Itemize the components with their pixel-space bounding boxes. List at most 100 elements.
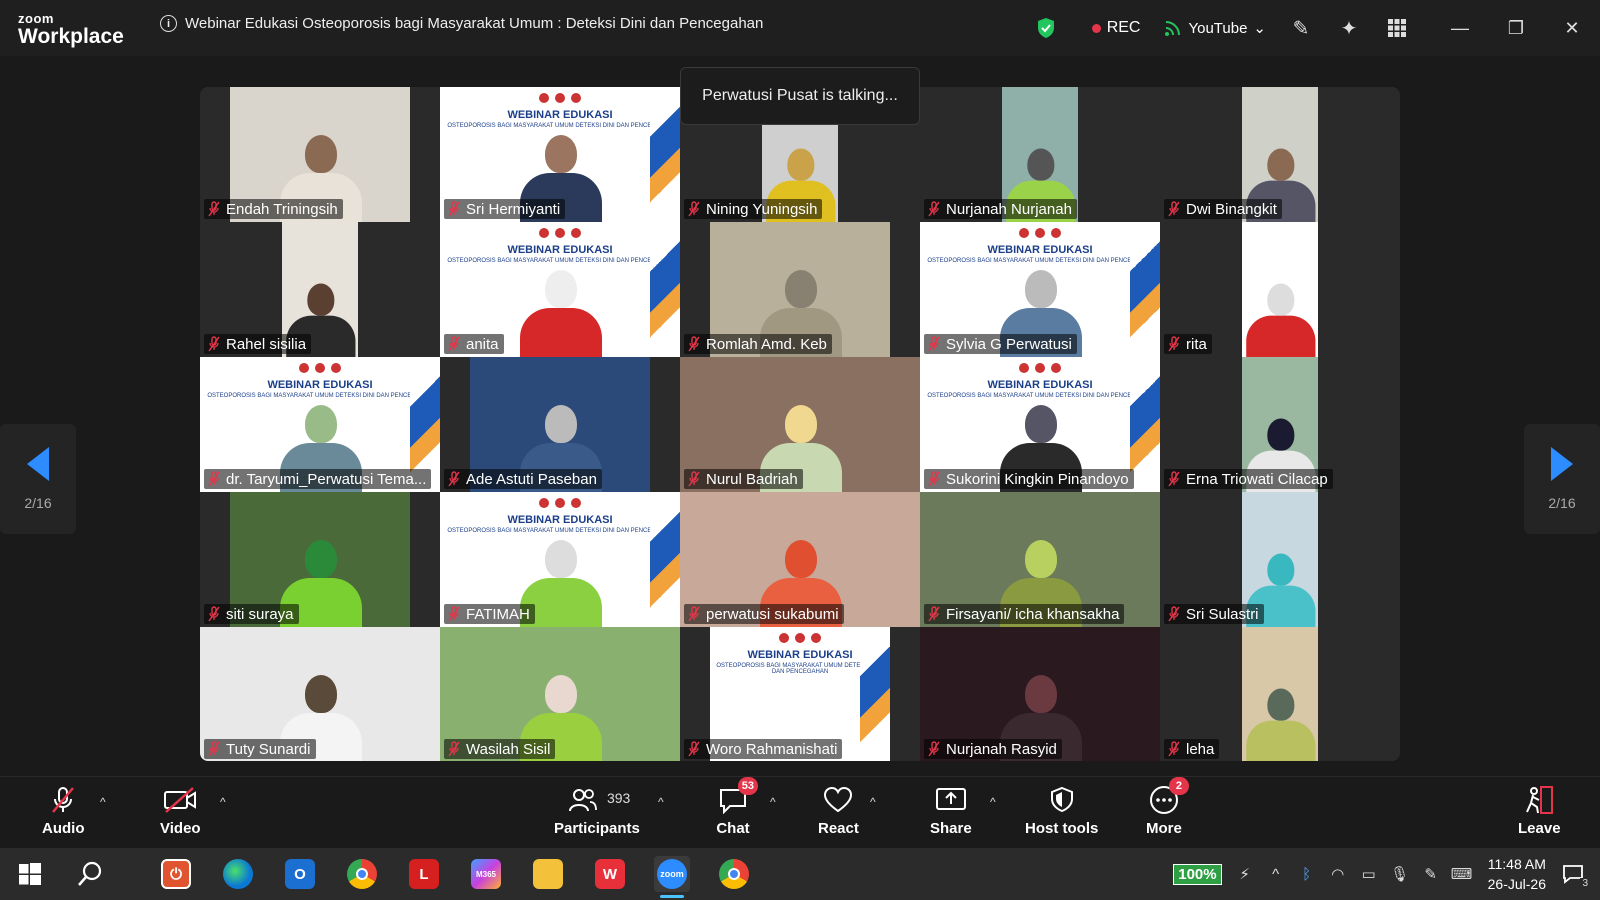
video-options-caret-icon[interactable]: ^ [220, 795, 226, 809]
share-options-caret-icon[interactable]: ^ [990, 795, 996, 809]
participant-tile[interactable]: WEBINAR EDUKASI OSTEOPOROSIS BAGI MASYARA… [440, 492, 680, 627]
video-button[interactable]: Video [160, 785, 201, 837]
restore-icon[interactable]: ❐ [1488, 0, 1544, 56]
participant-tile[interactable]: WEBINAR EDUKASI OSTEOPOROSIS BAGI MASYARA… [440, 87, 680, 222]
mic-muted-icon [928, 201, 940, 217]
audio-button[interactable]: Audio [42, 785, 85, 837]
chrome-profile-icon[interactable] [716, 856, 752, 892]
participant-tile[interactable]: WEBINAR EDUKASI OSTEOPOROSIS BAGI MASYARA… [680, 627, 920, 761]
participant-tile[interactable]: Nurjanah Nurjanah [920, 87, 1160, 222]
participant-namebar: Nurul Badriah [684, 469, 803, 489]
banner-logos [200, 363, 440, 373]
annotate-icon[interactable]: ✎ [1288, 15, 1314, 41]
participant-tile[interactable]: Sri Sulastri [1160, 492, 1400, 627]
close-icon[interactable]: ✕ [1544, 0, 1600, 56]
share-screen-icon [934, 785, 968, 815]
banner-title: WEBINAR EDUKASI [267, 379, 373, 391]
chat-options-caret-icon[interactable]: ^ [770, 795, 776, 809]
participant-tile[interactable]: WEBINAR EDUKASI OSTEOPOROSIS BAGI MASYARA… [920, 222, 1160, 357]
display-icon[interactable]: ▭ [1356, 861, 1382, 887]
participant-tile[interactable]: WEBINAR EDUKASI OSTEOPOROSIS BAGI MASYARA… [440, 222, 680, 357]
chrome-icon[interactable] [344, 856, 380, 892]
file-explorer-icon[interactable] [530, 856, 566, 892]
participant-namebar: Ade Astuti Paseban [444, 469, 602, 489]
arrow-right-icon [1551, 447, 1573, 481]
banner-logos [440, 93, 680, 103]
pen-icon[interactable]: ✎ [1418, 861, 1444, 887]
share-button[interactable]: Share [930, 785, 972, 837]
participant-tile[interactable]: Romlah Amd. Keb [680, 222, 920, 357]
host-tools-button[interactable]: Host tools [1025, 785, 1098, 837]
zoom-app-icon[interactable]: zoom [654, 856, 690, 898]
participant-tile[interactable]: perwatusi sukabumi [680, 492, 920, 627]
banner-logos [440, 228, 680, 238]
search-icon[interactable] [72, 856, 108, 892]
react-button[interactable]: React [818, 785, 859, 837]
participant-tile[interactable]: Dwi Binangkit [1160, 87, 1400, 222]
participant-tile[interactable]: siti suraya [200, 492, 440, 627]
participant-tile[interactable]: Tuty Sunardi [200, 627, 440, 761]
microphone-icon[interactable]: 🎙 [1387, 861, 1413, 887]
m365-copilot-icon[interactable]: M365 [468, 856, 504, 892]
clock[interactable]: 11:48 AM 26-Jul-26 [1488, 854, 1546, 894]
participant-tile[interactable]: Nurul Badriah [680, 357, 920, 492]
recording-indicator[interactable]: REC [1091, 19, 1140, 37]
mic-muted-icon [1168, 336, 1180, 352]
banner-logos [920, 363, 1160, 373]
participant-tile[interactable]: WEBINAR EDUKASI OSTEOPOROSIS BAGI MASYARA… [200, 357, 440, 492]
participant-tile[interactable]: Firsayani/ icha khansakha [920, 492, 1160, 627]
participant-tile[interactable]: Erna Triowati Cilacap [1160, 357, 1400, 492]
edge-browser-icon[interactable] [220, 856, 256, 892]
next-page-button[interactable]: 2/16 [1524, 424, 1600, 534]
react-options-caret-icon[interactable]: ^ [870, 795, 876, 809]
participant-namebar: Dwi Binangkit [1164, 199, 1282, 219]
participant-tile[interactable]: WEBINAR EDUKASI OSTEOPOROSIS BAGI MASYARA… [920, 357, 1160, 492]
mic-muted-icon [1168, 606, 1180, 622]
participant-tile[interactable]: Endah Triningsih [200, 87, 440, 222]
participant-name: Rahel sisilia [226, 335, 307, 353]
mic-muted-icon [688, 606, 700, 622]
more-button[interactable]: 2 More [1146, 777, 1189, 837]
stream-label: YouTube [1188, 19, 1248, 37]
power-plug-icon[interactable]: ⚡ [1232, 861, 1258, 887]
participant-tile[interactable]: leha [1160, 627, 1400, 761]
minimize-icon[interactable]: — [1432, 0, 1488, 56]
participant-tile[interactable]: Nurjanah Rasyid [920, 627, 1160, 761]
meeting-stage: Endah Triningsih WEBINAR EDUKASI OSTEOPORO… [0, 56, 1600, 776]
participants-button[interactable]: 393 Participants [554, 785, 640, 837]
participants-options-caret-icon[interactable]: ^ [658, 795, 664, 809]
bluetooth-icon[interactable]: ᛒ [1294, 861, 1320, 887]
mic-muted-icon [928, 336, 940, 352]
battery-indicator[interactable]: 100% [1173, 863, 1222, 885]
info-icon[interactable]: i [160, 15, 177, 32]
security-shield-icon[interactable] [1036, 17, 1056, 39]
participant-tile[interactable]: Wasilah Sisil [440, 627, 680, 761]
ai-companion-icon[interactable]: ✦ [1336, 15, 1362, 41]
participant-name: Sylvia G Perwatusi [946, 335, 1072, 353]
mic-muted-icon [688, 201, 700, 217]
mic-muted-icon [688, 336, 700, 352]
keyboard-icon[interactable]: ⌨ [1449, 861, 1475, 887]
livestream-button[interactable]: YouTube ⌄ [1164, 19, 1266, 37]
participant-namebar: Sri Sulastri [1164, 604, 1264, 624]
participant-tile[interactable]: Rahel sisilia [200, 222, 440, 357]
logo-line1: zoom [18, 11, 54, 26]
participant-name: rita [1186, 335, 1207, 353]
participant-tile[interactable]: Ade Astuti Paseban [440, 357, 680, 492]
apps-grid-icon[interactable] [1384, 15, 1410, 41]
l-app-icon[interactable]: L [406, 856, 442, 892]
mic-muted-icon [46, 785, 80, 815]
chat-button[interactable]: 53 Chat [716, 777, 758, 837]
wifi-icon[interactable]: ◠ [1325, 861, 1351, 887]
participant-name: Nining Yuningsih [706, 200, 818, 218]
participant-tile[interactable]: rita [1160, 222, 1400, 357]
power-app-icon[interactable]: ⏻ [158, 856, 194, 892]
wps-office-icon[interactable]: W [592, 856, 628, 892]
outlook-icon[interactable]: O [282, 856, 318, 892]
chevron-up-icon[interactable]: ^ [1263, 861, 1289, 887]
leave-button[interactable]: Leave [1518, 785, 1561, 837]
previous-page-button[interactable]: 2/16 [0, 424, 76, 534]
audio-options-caret-icon[interactable]: ^ [100, 795, 106, 809]
notifications-icon[interactable]: 3 [1560, 861, 1590, 889]
windows-start-icon[interactable] [12, 856, 48, 892]
